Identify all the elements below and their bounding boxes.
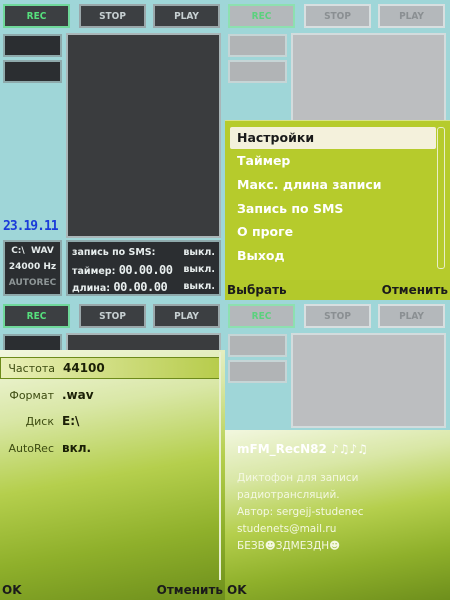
- about-line-5: БЕЗВ☻ЗДМЕЗДН☻: [237, 540, 341, 552]
- format-setting-value: .wav: [62, 388, 94, 402]
- sms-status-value: выкл.: [183, 247, 215, 258]
- select-softkey[interactable]: Выбрать: [227, 283, 287, 297]
- drive-row[interactable]: Диск E:\: [0, 410, 220, 432]
- format-info-box: C:\ WAV 24000 Hz AUTOREC: [3, 240, 62, 296]
- menu-item-timer[interactable]: Таймер: [230, 150, 436, 172]
- rec-button[interactable]: REC: [3, 4, 70, 28]
- about-dialog: mFM_RecN82 ♪♫♪♫ Диктофон для записи ради…: [225, 430, 450, 580]
- length-value: выкл.: [183, 281, 215, 292]
- stop-button: STOP: [304, 304, 371, 328]
- softkey-bar: OK: [225, 580, 450, 600]
- stop-button: STOP: [304, 4, 371, 28]
- length-time: 00.00.00: [113, 279, 168, 294]
- play-button: PLAY: [378, 304, 445, 328]
- menu-item-exit[interactable]: Выход: [230, 245, 436, 267]
- settings-screen: REC STOP PLAY Частота 44100 Формат .wav …: [0, 300, 225, 600]
- rec-button: REC: [228, 4, 295, 28]
- softkey-bar: Выбрать Отменить: [225, 280, 450, 300]
- about-line-3: Автор: sergejj-studenec: [237, 506, 364, 518]
- stop-button[interactable]: STOP: [79, 4, 146, 28]
- softkey-bar: OK Отменить: [0, 580, 225, 600]
- waveform-display: [291, 333, 446, 428]
- timer-time: 00.00.00: [118, 262, 173, 277]
- side-panel-top: [228, 34, 287, 57]
- sample-rate-label: 24000 Hz: [8, 262, 57, 272]
- about-line-1: Диктофон для записи: [237, 472, 359, 484]
- about-title: mFM_RecN82 ♪♫♪♫: [237, 442, 368, 456]
- drive-label: C:\: [11, 246, 25, 256]
- play-button: PLAY: [378, 4, 445, 28]
- timer-label: таймер:: [72, 265, 116, 277]
- drive-setting-value: E:\: [62, 414, 80, 428]
- stop-button: STOP: [79, 304, 146, 328]
- side-panel-bottom: [228, 360, 287, 383]
- timer-value: выкл.: [183, 264, 215, 275]
- frequency-value: 44100: [63, 361, 105, 375]
- play-button: PLAY: [153, 304, 220, 328]
- menu-item-sms-record[interactable]: Запись по SMS: [230, 198, 436, 220]
- menu-item-settings[interactable]: Настройки: [230, 127, 436, 149]
- format-label: WAV: [30, 246, 54, 256]
- about-body: Диктофон для записи радиотрансляций. Авт…: [237, 470, 364, 555]
- menu-item-about[interactable]: О проге: [230, 221, 436, 243]
- about-line-4: studenets@mail.ru: [237, 523, 337, 535]
- autorec-row[interactable]: AutoRec вкл.: [0, 437, 220, 459]
- autorec-label: AUTOREC: [8, 278, 57, 288]
- status-box: запись по SMS: выкл. таймер: 00.00.00 выкл…: [66, 240, 221, 296]
- side-panel-bottom: [3, 60, 62, 83]
- ok-softkey[interactable]: OK: [227, 583, 247, 597]
- rec-button: REC: [3, 304, 70, 328]
- clock-readout: 23.19.11: [3, 219, 59, 234]
- settings-form: Частота 44100 Формат .wav Диск E:\ AutoR…: [0, 352, 222, 580]
- options-menu: Настройки Таймер Макс. длина записи Запи…: [225, 120, 450, 281]
- frequency-row[interactable]: Частота 44100: [0, 357, 220, 379]
- recorder-main-screen: REC STOP PLAY 23.19.11 C:\ WAV 24000 Hz …: [0, 0, 225, 300]
- side-panel-top: [3, 34, 62, 57]
- about-screen: REC STOP PLAY mFM_RecN82 ♪♫♪♫ Диктофон д…: [225, 300, 450, 600]
- format-setting-label: Формат: [9, 388, 54, 402]
- about-line-2: радиотрансляций.: [237, 489, 340, 501]
- autorec-setting-label: AutoRec: [8, 441, 54, 455]
- play-button[interactable]: PLAY: [153, 4, 220, 28]
- drive-setting-label: Диск: [25, 414, 54, 428]
- options-menu-screen: REC STOP PLAY Настройки Таймер Макс. дли…: [225, 0, 450, 300]
- menu-item-max-length[interactable]: Макс. длина записи: [230, 174, 436, 196]
- sms-status-label: запись по SMS:: [72, 247, 156, 258]
- format-row[interactable]: Формат .wav: [0, 384, 220, 406]
- rec-button: REC: [228, 304, 295, 328]
- cancel-softkey[interactable]: Отменить: [382, 283, 448, 297]
- ok-softkey[interactable]: OK: [2, 583, 22, 597]
- waveform-display: [66, 33, 221, 238]
- menu-scrollbar[interactable]: [437, 127, 445, 269]
- length-label: длина:: [72, 282, 111, 294]
- side-panel-top: [228, 334, 287, 357]
- settings-divider: [219, 352, 221, 580]
- app-background: REC STOP PLAY 23.19.11 C:\ WAV 24000 Hz …: [0, 0, 225, 300]
- side-panel-bottom: [228, 60, 287, 83]
- autorec-setting-value: вкл.: [62, 441, 92, 455]
- cancel-softkey[interactable]: Отменить: [157, 583, 223, 597]
- frequency-label: Частота: [8, 361, 55, 375]
